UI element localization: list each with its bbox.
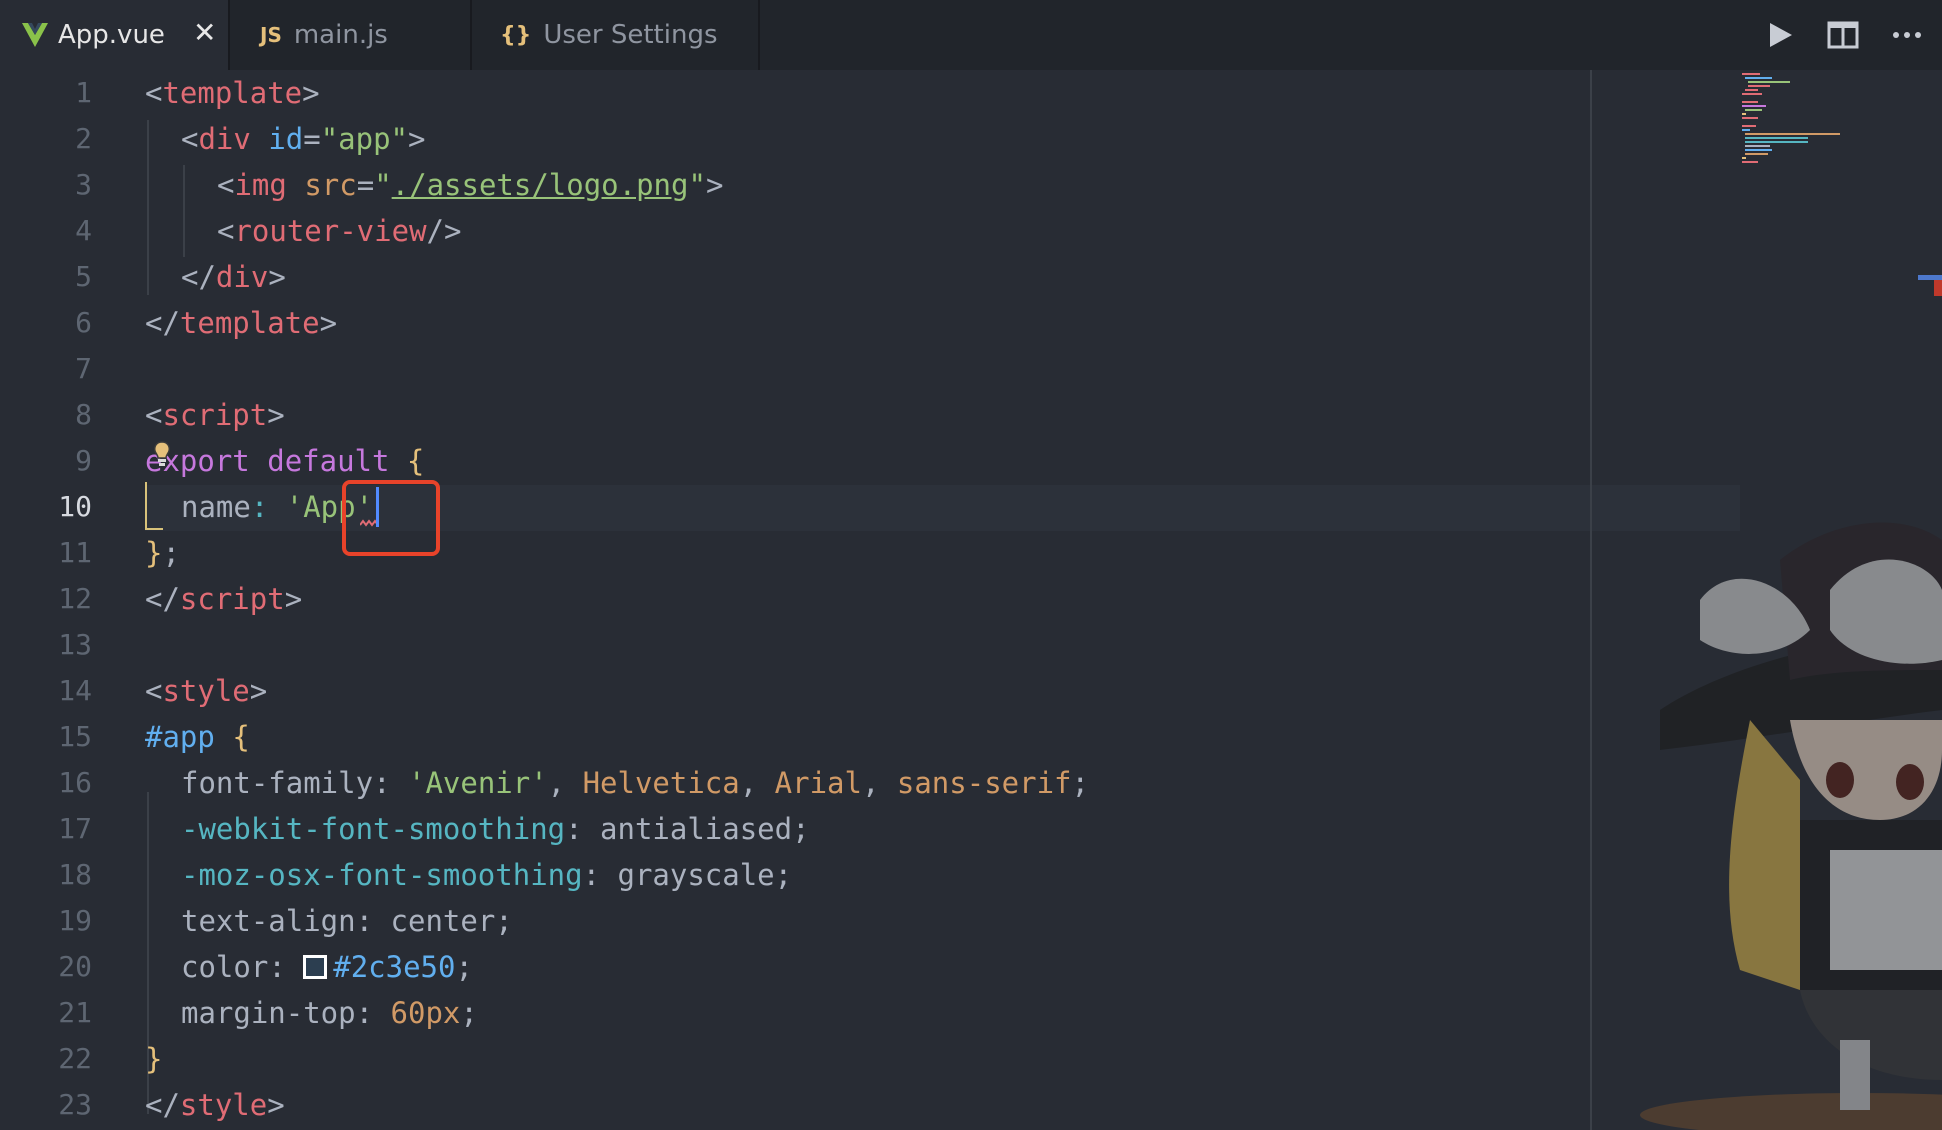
scrollbar-error-marker (1934, 280, 1942, 296)
lightbulb-icon[interactable] (152, 440, 172, 468)
code-line-6: </template> (145, 306, 338, 340)
line-number: 18 (58, 858, 92, 891)
asset-path-link[interactable]: ./assets/logo.png (392, 168, 689, 202)
code-line-12: </script> (145, 582, 303, 616)
editor-window: App.vue ✕ JS main.js {} User Settings 1 … (0, 0, 1942, 1130)
line-number: 19 (58, 904, 92, 937)
tab-label: main.js (293, 20, 388, 50)
code-line-20: color: #2c3e50; (181, 950, 473, 984)
color-swatch[interactable] (303, 955, 328, 979)
line-number: 22 (58, 1042, 92, 1075)
tab-label: User Settings (543, 20, 718, 50)
wrap-guide (1590, 70, 1592, 1130)
line-number: 16 (58, 766, 92, 799)
line-number: 11 (58, 536, 92, 569)
code-line-15: #app { (145, 720, 250, 754)
code-line-17: -webkit-font-smoothing: antialiased; (181, 812, 810, 846)
tab-user-settings[interactable]: {} User Settings (472, 0, 758, 70)
line-number: 15 (58, 720, 92, 753)
code-line-18: -moz-osx-font-smoothing: grayscale; (181, 858, 793, 892)
tab-main-js[interactable]: JS main.js (230, 0, 470, 70)
line-number: 23 (58, 1088, 92, 1121)
line-number: 8 (75, 398, 92, 431)
code-line-22: } (145, 1042, 163, 1076)
background-mascot-illustration (1640, 522, 1942, 1130)
line-number: 3 (75, 168, 92, 201)
js-file-icon: JS (260, 23, 282, 47)
more-actions-icon[interactable] (1890, 18, 1924, 52)
code-line-11: }; (145, 536, 180, 570)
code-line-1: <template> (145, 76, 320, 110)
close-tab-icon[interactable]: ✕ (193, 16, 216, 49)
code-line-3: <img src="./assets/logo.png"> (217, 168, 724, 202)
bracket-match-indicator (145, 482, 163, 530)
line-number: 6 (75, 306, 92, 339)
line-number: 20 (58, 950, 92, 983)
code-line-19: text-align: center; (181, 904, 513, 938)
line-number: 12 (58, 582, 92, 615)
play-icon[interactable] (1762, 18, 1796, 52)
line-number: 21 (58, 996, 92, 1029)
line-number: 9 (75, 444, 92, 477)
code-line-14: <style> (145, 674, 268, 708)
code-line-5: </div> (181, 260, 286, 294)
split-editor-icon[interactable] (1826, 18, 1860, 52)
indent-guide (147, 120, 149, 295)
code-line-16: font-family: 'Avenir', Helvetica, Arial,… (181, 766, 1089, 800)
code-line-8: <script> (145, 398, 285, 432)
code-line-21: margin-top: 60px; (181, 996, 478, 1030)
code-line-4: <router-view/> (217, 214, 462, 248)
line-number: 7 (75, 352, 92, 385)
line-number-current: 10 (58, 490, 92, 523)
line-number: 13 (58, 628, 92, 661)
code-line-23: </style> (145, 1088, 285, 1122)
json-braces-icon: {} (500, 22, 532, 48)
tab-bar: App.vue ✕ JS main.js {} User Settings (0, 0, 1942, 70)
indent-guide (183, 165, 185, 257)
tab-divider (758, 0, 760, 70)
line-number: 14 (58, 674, 92, 707)
vue-logo-icon (22, 23, 48, 47)
line-number: 17 (58, 812, 92, 845)
line-number: 1 (75, 76, 92, 109)
tab-label: App.vue (58, 20, 165, 50)
line-number: 5 (75, 260, 92, 293)
line-number: 4 (75, 214, 92, 247)
line-number: 2 (75, 122, 92, 155)
code-line-2: <div id="app"> (181, 122, 426, 156)
annotation-highlight-box (342, 480, 440, 556)
code-line-9: export default { (145, 444, 425, 478)
